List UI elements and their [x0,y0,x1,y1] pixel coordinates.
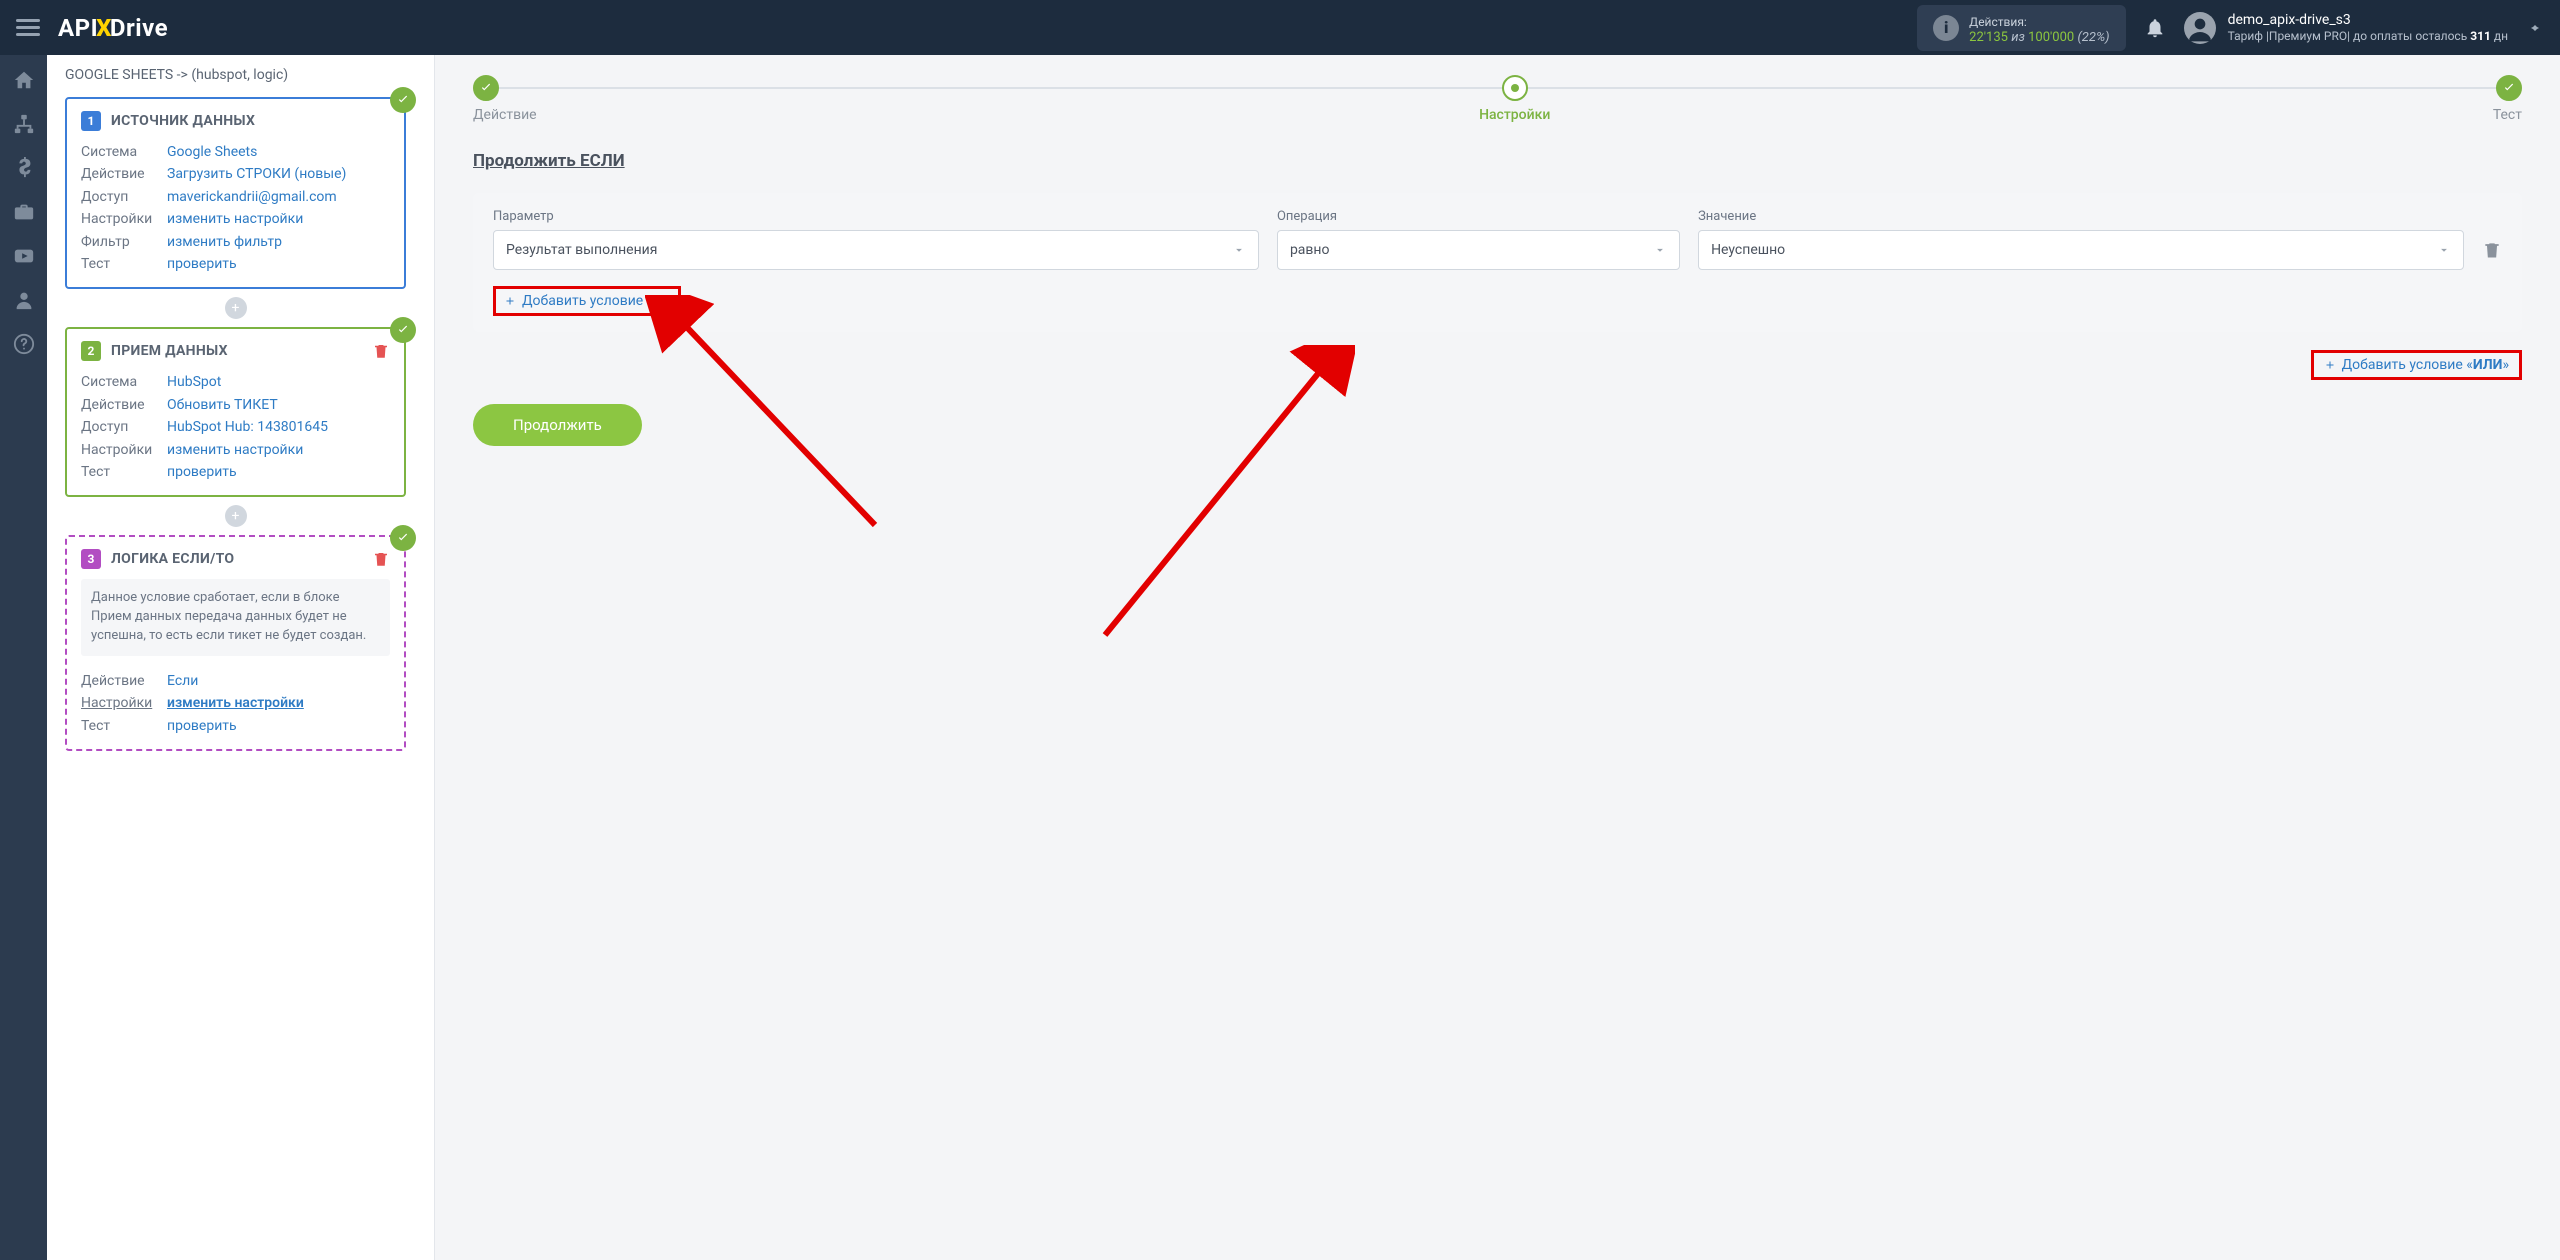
add-step-button[interactable]: + [225,297,247,319]
main-panel: Действие Настройки Тест Продолжить ЕСЛИ … [435,55,2560,1260]
destination-card: 2 ПРИЕМ ДАННЫХ СистемаHubSpot ДействиеОб… [65,327,406,497]
chevron-down-icon [1232,243,1246,257]
delete-condition-icon[interactable] [2482,240,2502,260]
card-link[interactable]: Загрузить СТРОКИ (новые) [167,163,346,185]
section-title: Продолжить ЕСЛИ [473,151,2522,171]
video-icon[interactable] [13,245,35,267]
user-name: demo_apix-drive_s3 [2228,11,2508,29]
account-icon[interactable] [13,289,35,311]
add-step-button[interactable]: + [225,505,247,527]
card-number: 2 [81,341,101,361]
card-number: 1 [81,111,101,131]
card-title: ИСТОЧНИК ДАННЫХ [111,113,255,129]
check-icon [390,87,416,113]
actions-label: Действия: [1969,15,2027,29]
left-panel: GOOGLE SHEETS -> (hubspot, logic) 1 ИСТО… [47,55,435,1260]
op-label: Операция [1277,209,1680,224]
step-label: Тест [2493,107,2522,123]
expand-icon[interactable] [2526,19,2544,37]
card-link[interactable]: HubSpot [167,371,221,393]
add-or-button[interactable]: Добавить условие «ИЛИ» [2311,350,2522,380]
chevron-down-icon [2437,243,2451,257]
step-label: Действие [473,107,537,123]
logo-text-2: Drive [110,14,168,42]
bell-icon[interactable] [2144,17,2166,39]
home-icon[interactable] [13,69,35,91]
card-link[interactable]: Обновить ТИКЕТ [167,394,278,416]
delete-icon[interactable] [372,342,390,360]
op-select[interactable]: равно [1277,230,1680,270]
actions-counter[interactable]: i Действия: 22'135 из 100'000 (22%) [1917,5,2125,51]
briefcase-icon[interactable] [13,201,35,223]
help-icon[interactable] [13,333,35,355]
plus-icon [504,295,516,307]
card-title: ПРИЕМ ДАННЫХ [111,343,228,359]
card-link[interactable]: проверить [167,253,237,275]
step-label: Настройки [1479,107,1550,123]
plus-icon [2324,359,2336,371]
card-title: ЛОГИКА ЕСЛИ/ТО [111,551,234,567]
user-block[interactable]: demo_apix-drive_s3 Тариф |Премиум PRO| д… [2228,11,2508,45]
check-icon [390,525,416,551]
logo-text-1: API [58,14,98,42]
continue-button[interactable]: Продолжить [473,404,642,446]
side-rail [0,55,47,1260]
logic-card: 3 ЛОГИКА ЕСЛИ/ТО Данное условие сработае… [65,535,406,751]
card-link[interactable]: проверить [167,461,237,483]
stepper: Действие Настройки Тест [473,75,2522,123]
val-label: Значение [1698,209,2464,224]
step-done-icon[interactable] [473,75,499,101]
card-link[interactable]: проверить [167,715,237,737]
card-link[interactable]: HubSpot Hub: 143801645 [167,416,328,438]
param-label: Параметр [493,209,1259,224]
logo[interactable]: API X Drive [58,14,168,42]
card-link[interactable]: изменить настройки [167,692,304,714]
step-active-icon[interactable] [1502,75,1528,101]
card-link[interactable]: Если [167,670,198,692]
card-number: 3 [81,549,101,569]
menu-toggle[interactable] [16,15,40,40]
user-avatar-icon [2184,12,2216,44]
breadcrumb: GOOGLE SHEETS -> (hubspot, logic) [65,67,406,83]
info-icon: i [1933,15,1959,41]
flows-icon[interactable] [13,113,35,135]
val-select[interactable]: Неуспешно [1698,230,2464,270]
annotation-arrow [1055,345,1355,645]
source-card: 1 ИСТОЧНИК ДАННЫХ СистемаGoogle Sheets Д… [65,97,406,289]
logic-description: Данное условие сработает, если в блоке П… [81,579,390,656]
card-link[interactable]: maverickandrii@gmail.com [167,186,337,208]
condition-block: Параметр Результат выполнения Операция р… [473,193,2522,332]
param-select[interactable]: Результат выполнения [493,230,1259,270]
annotation-arrow [645,295,895,545]
step-done-icon[interactable] [2496,75,2522,101]
add-and-button[interactable]: Добавить условие «И» [493,286,681,316]
card-link[interactable]: изменить настройки [167,439,303,461]
billing-icon[interactable] [13,157,35,179]
chevron-down-icon [1653,243,1667,257]
check-icon [390,317,416,343]
card-link[interactable]: изменить настройки [167,208,303,230]
card-link[interactable]: изменить фильтр [167,231,282,253]
delete-icon[interactable] [372,550,390,568]
card-link[interactable]: Google Sheets [167,141,257,163]
